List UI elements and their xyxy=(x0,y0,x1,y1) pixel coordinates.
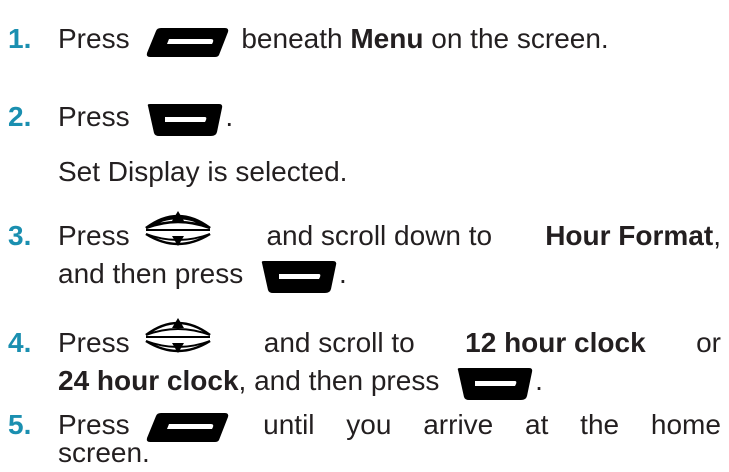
step-text: Press xyxy=(58,220,130,251)
step-text: . xyxy=(535,365,543,396)
step-text: , and then press xyxy=(238,365,440,396)
step-text: Press xyxy=(58,23,130,54)
step-text: you xyxy=(346,409,392,440)
step-text: and then press xyxy=(58,258,244,289)
step-text: and scroll down to xyxy=(266,220,493,251)
step-text: the xyxy=(580,409,620,440)
step-text: until xyxy=(263,409,315,440)
left-softkey-icon xyxy=(147,27,229,57)
instructions-page: 1. Press beneath Menu on the screen. 2. Pr… xyxy=(0,0,729,472)
step-number: 1. xyxy=(8,23,32,54)
step-text: at xyxy=(525,409,549,440)
step-number: 3. xyxy=(8,220,32,251)
twenty-four-hour-label: 24 hour clock xyxy=(58,365,239,396)
step-text: and scroll to xyxy=(263,327,415,358)
left-softkey-icon xyxy=(147,413,229,443)
step-text: , xyxy=(713,220,721,251)
twelve-hour-label: 12 hour clock xyxy=(465,327,646,358)
step-text: arrive xyxy=(423,409,494,440)
step-4-line-2: 24 hour clock, and then press . xyxy=(0,364,543,400)
step-text: . xyxy=(339,258,347,289)
navigation-key-icon xyxy=(145,210,212,246)
select-key-icon xyxy=(457,367,533,400)
step-number: 4. xyxy=(8,327,32,358)
step-5-line-2: screen. xyxy=(0,436,150,470)
step-text: Press xyxy=(58,327,130,358)
navigation-key-icon xyxy=(145,317,212,353)
step-3-line-1: 3. Press and scroll down to Hour Format, xyxy=(0,210,721,253)
step-note: Set Display is selected. xyxy=(58,156,348,187)
menu-label: Menu xyxy=(350,23,424,54)
step-3-line-2: and then press . xyxy=(0,257,347,293)
step-text: or xyxy=(696,327,721,358)
step-text: screen. xyxy=(58,437,150,468)
select-key-icon xyxy=(148,103,223,136)
hour-format-label: Hour Format xyxy=(545,220,714,251)
step-text: home xyxy=(650,409,721,440)
step-text: on the screen. xyxy=(431,23,609,54)
step-1: 1. Press beneath Menu on the screen. xyxy=(0,22,609,57)
step-2: 2. Press . xyxy=(0,100,234,136)
step-text: beneath xyxy=(241,23,343,54)
step-2-note: Set Display is selected. xyxy=(0,155,347,189)
select-key-icon xyxy=(261,260,337,293)
step-number: 2. xyxy=(8,101,32,132)
step-text: Press xyxy=(58,101,130,132)
step-text: . xyxy=(225,101,234,132)
step-4-line-1: 4. Press and scroll to 12 hour clock or xyxy=(0,317,721,360)
